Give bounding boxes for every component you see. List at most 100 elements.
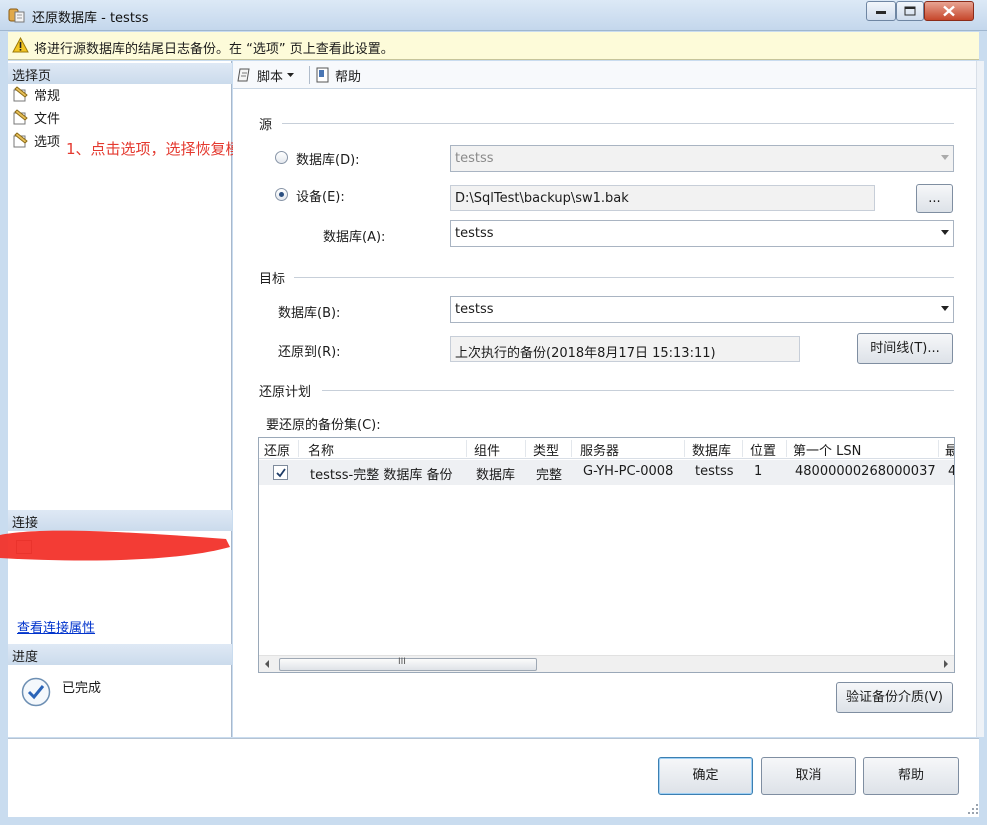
device-source-radio[interactable] [275, 188, 288, 201]
timeline-button[interactable]: 时间线(T)... [857, 333, 953, 364]
column-header-name[interactable]: 名称 [308, 440, 334, 459]
device-source-label: 设备(E): [296, 190, 345, 205]
page-item-label: 选项 [34, 134, 61, 150]
restore-plan-group-label: 还原计划 [259, 381, 316, 400]
help-label: 帮助 [335, 69, 362, 85]
device-path-field[interactable]: D:\SqlTest\backup\sw1.bak [450, 185, 875, 211]
page-item-general[interactable]: 常规 [12, 84, 60, 104]
chevron-down-icon [941, 306, 949, 311]
help-icon [316, 67, 329, 83]
restore-checkbox[interactable] [273, 465, 288, 480]
table-row[interactable]: testss-完整 数据库 备份 数据库 完整 G-YH-PC-0008 tes… [259, 460, 954, 485]
device-database-combo[interactable]: testss [450, 220, 954, 247]
cell-type: 完整 [536, 468, 563, 483]
column-divider [298, 440, 299, 457]
title-bar[interactable]: 还原数据库 - testss [0, 0, 987, 31]
cell-last-lsn: 4 [948, 464, 954, 479]
horizontal-scrollbar[interactable]: III [259, 655, 954, 672]
select-page-header: 选择页 [8, 63, 232, 84]
scroll-left-icon[interactable] [265, 660, 269, 668]
column-header-component[interactable]: 组件 [474, 440, 500, 459]
window-title: 还原数据库 - testss [32, 11, 149, 26]
column-divider [684, 440, 685, 457]
resize-grip-icon[interactable] [967, 803, 979, 815]
help-button[interactable]: 帮助 [863, 757, 959, 795]
page-icon [13, 132, 28, 148]
warning-icon [12, 37, 29, 53]
database-source-radio[interactable] [275, 151, 288, 164]
close-button[interactable] [924, 1, 974, 21]
chevron-down-icon [941, 230, 949, 235]
column-header-restore[interactable]: 还原 [264, 440, 290, 459]
script-button[interactable]: 脚本 [237, 65, 295, 85]
source-database-combo[interactable]: testss [450, 145, 954, 172]
backup-sets-grid[interactable]: 还原 名称 组件 类型 服务器 数据库 位置 第一个 LSN 最 testss-… [258, 437, 955, 673]
annotation-text: 1、点击选项，选择恢复模式 [66, 140, 256, 158]
restore-to-field: 上次执行的备份(2018年8月17日 15:13:11) [450, 336, 800, 362]
source-group-line [282, 123, 954, 124]
column-divider [466, 440, 467, 457]
column-divider [786, 440, 787, 457]
scroll-grip: III [398, 657, 406, 667]
maximize-button[interactable] [896, 1, 924, 21]
page-item-label: 常规 [34, 88, 61, 104]
column-header-database[interactable]: 数据库 [692, 440, 731, 459]
restore-to-label: 还原到(R): [278, 345, 341, 360]
cancel-button[interactable]: 取消 [761, 757, 856, 795]
scroll-right-icon[interactable] [944, 660, 948, 668]
warning-text: 将进行源数据库的结尾日志备份。在 “选项” 页上查看此设置。 [34, 42, 394, 57]
column-header-position[interactable]: 位置 [750, 440, 776, 459]
progress-header: 进度 [8, 644, 232, 665]
toolbar-separator [309, 66, 310, 84]
vertical-scrollbar[interactable] [976, 61, 984, 737]
minimize-icon [876, 11, 886, 14]
page-item-options[interactable]: 选项 [12, 130, 60, 150]
destination-group-line [294, 277, 954, 278]
destination-database-value: testss [455, 302, 494, 317]
minimize-button[interactable] [866, 1, 896, 21]
completed-check-icon [21, 677, 51, 707]
device-database-label: 数据库(A): [323, 230, 386, 245]
toolbar: 脚本 帮助 [233, 61, 979, 89]
page-item-label: 文件 [34, 111, 61, 127]
database-restore-icon [8, 8, 25, 23]
ok-button[interactable]: 确定 [658, 757, 753, 795]
grid-header: 还原 名称 组件 类型 服务器 数据库 位置 第一个 LSN 最 [259, 438, 954, 459]
progress-status: 已完成 [62, 681, 102, 696]
restore-plan-group-line [322, 390, 954, 391]
check-icon [276, 468, 286, 478]
source-database-value: testss [455, 151, 494, 166]
cell-server: G-YH-PC-0008 [583, 464, 674, 479]
cell-first-lsn: 48000000268000037 [795, 464, 936, 479]
browse-device-button[interactable]: ... [916, 184, 953, 213]
database-source-label: 数据库(D): [296, 153, 360, 168]
column-divider [571, 440, 572, 457]
cell-position: 1 [754, 464, 763, 479]
redaction-mark [0, 530, 230, 561]
view-connection-properties-link[interactable]: 查看连接属性 [17, 617, 95, 636]
script-icon [237, 68, 250, 82]
column-divider [742, 440, 743, 457]
device-database-value: testss [455, 226, 494, 241]
column-divider [938, 440, 939, 457]
destination-database-label: 数据库(B): [278, 306, 341, 321]
backup-sets-label: 要还原的备份集(C): [266, 418, 381, 433]
column-header-last-lsn[interactable]: 最 [945, 440, 954, 459]
verify-backup-media-button[interactable]: 验证备份介质(V) [836, 682, 953, 713]
cell-database: testss [695, 464, 734, 479]
scroll-thumb[interactable]: III [279, 657, 537, 671]
cell-name: testss-完整 数据库 备份 [310, 468, 453, 483]
close-icon [943, 5, 955, 17]
help-button-toolbar[interactable]: 帮助 [315, 65, 361, 85]
page-icon [13, 86, 28, 102]
page-item-files[interactable]: 文件 [12, 107, 60, 127]
page-icon [13, 109, 28, 125]
column-header-first-lsn[interactable]: 第一个 LSN [793, 440, 861, 459]
column-header-type[interactable]: 类型 [533, 440, 559, 459]
column-header-server[interactable]: 服务器 [580, 440, 619, 459]
destination-database-combo[interactable]: testss [450, 296, 954, 323]
destination-group-label: 目标 [259, 268, 290, 287]
column-divider [525, 440, 526, 457]
source-group-label: 源 [259, 114, 277, 133]
warning-bar: 将进行源数据库的结尾日志备份。在 “选项” 页上查看此设置。 [8, 32, 979, 60]
